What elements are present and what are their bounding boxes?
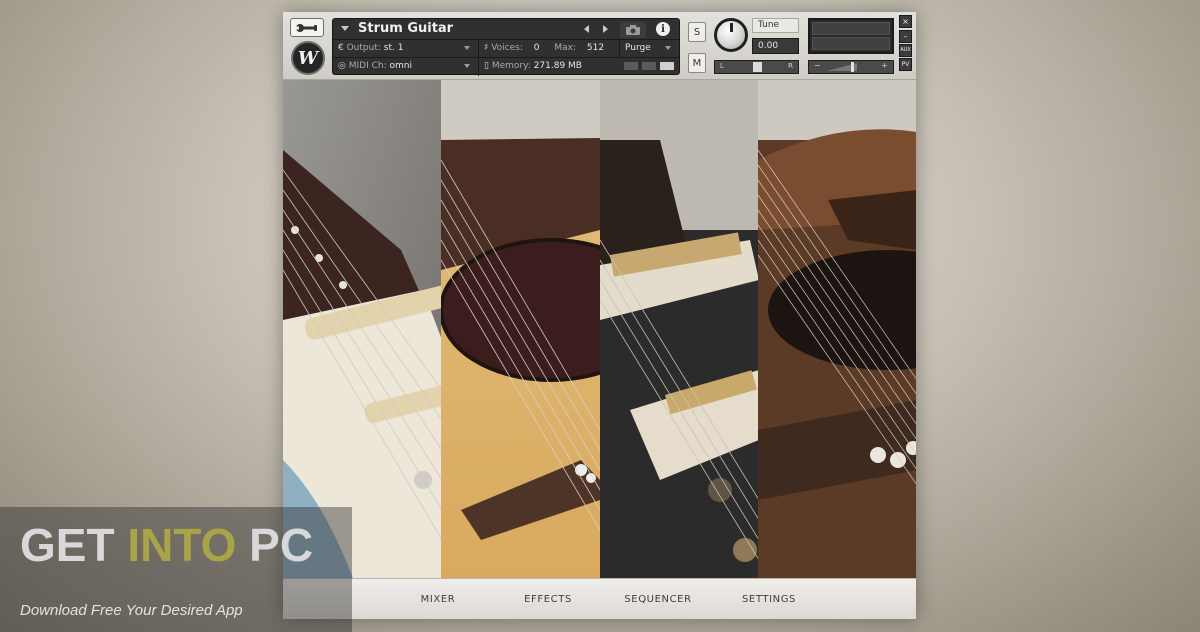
max-voices-value[interactable]: 512 (587, 43, 604, 53)
pan-left-label: L (720, 62, 724, 70)
memory-indicator (624, 62, 674, 70)
wrench-button[interactable] (290, 18, 324, 37)
memory-label: Memory: (491, 61, 531, 71)
instrument-logo[interactable]: W (291, 41, 325, 75)
next-arrow-icon[interactable] (603, 25, 608, 33)
purge-label: Purge (625, 43, 651, 53)
bottom-tab-bar: MIXER EFFECTS SEQUENCER SETTINGS (283, 578, 916, 619)
pan-slider[interactable]: L R (714, 60, 799, 74)
purge-menu[interactable]: Purge (625, 40, 651, 56)
watermark-title: GET INTO PC (20, 518, 313, 572)
dropdown-arrow-icon[interactable] (464, 46, 470, 50)
max-voices-label: Max: (554, 43, 577, 53)
aux-button[interactable]: AUX (899, 44, 912, 57)
watermark-word-get: GET (20, 519, 128, 571)
memory-display: ▯ Memory: 271.89 MB (484, 58, 582, 74)
volume-plus-label: + (881, 61, 888, 70)
midi-label: MIDI Ch: (348, 61, 387, 71)
close-button[interactable]: × (899, 15, 912, 28)
meter-bar-left (812, 22, 890, 35)
solo-label: S (693, 26, 701, 38)
minimize-button[interactable]: – (899, 30, 912, 43)
memory-value: 271.89 MB (533, 61, 582, 71)
column-separator (478, 40, 479, 76)
output-value: st. 1 (383, 43, 404, 53)
volume-minus-label: − (814, 61, 821, 70)
tune-knob[interactable] (714, 18, 748, 52)
instrument-name[interactable]: Strum Guitar (358, 21, 453, 36)
tab-settings[interactable]: SETTINGS (733, 579, 805, 620)
minimize-icon: – (903, 31, 908, 41)
midi-value: omni (389, 61, 412, 71)
pv-button[interactable]: PV (899, 58, 912, 71)
tune-value[interactable]: 0.00 (752, 38, 799, 54)
pan-right-label: R (788, 62, 793, 70)
column-separator (619, 40, 620, 57)
acoustic-guitar-image (441, 80, 600, 578)
memory-icon: ▯ (484, 61, 492, 71)
instrument-info-panel: Strum Guitar i € Output: st. 1 ♯ Voices:… (332, 18, 680, 76)
instrument-header: W Strum Guitar i € Output: st. 1 ♯ Voice… (283, 12, 916, 80)
watermark-subtitle: Download Free Your Desired App (20, 602, 243, 619)
tune-label: Tune (752, 18, 799, 33)
volume-slider[interactable]: − + (808, 60, 894, 74)
memory-bar (624, 62, 638, 70)
tab-sequencer[interactable]: SEQUENCER (619, 579, 697, 620)
electric-guitar-image (283, 80, 442, 578)
instrument-name-row: Strum Guitar i (333, 19, 679, 40)
voices-display: ♯ Voices: 0 Max: 512 (484, 40, 604, 56)
watermark-word-into: INTO (127, 519, 237, 571)
tab-mixer[interactable]: MIXER (403, 579, 473, 620)
info-icon[interactable]: i (656, 22, 670, 36)
wrench-icon (295, 23, 317, 32)
level-meter (808, 18, 894, 54)
meter-bar-right (812, 37, 890, 50)
close-icon: × (902, 16, 909, 26)
logo-letter: W (297, 47, 319, 69)
voices-label: Voices: (491, 43, 523, 53)
solo-button[interactable]: S (688, 22, 706, 42)
midi-icon: ◎ (338, 61, 349, 71)
mute-label: M (692, 57, 702, 69)
memory-bar (660, 62, 674, 70)
output-label: Output: (346, 43, 381, 53)
plugin-window: W Strum Guitar i € Output: st. 1 ♯ Voice… (283, 12, 916, 619)
camera-icon (626, 25, 640, 35)
prev-arrow-icon[interactable] (584, 25, 589, 33)
info-glyph: i (661, 23, 665, 35)
aux-label: AUX (900, 47, 911, 53)
watermark-word-pc: PC (236, 519, 314, 571)
midi-channel-selector[interactable]: ◎ MIDI Ch: omni (338, 58, 412, 74)
mute-button[interactable]: M (688, 53, 706, 73)
dropdown-arrow-icon[interactable] (665, 46, 671, 50)
twelve-string-guitar-image (757, 80, 916, 578)
collapse-arrow-icon[interactable] (341, 26, 349, 31)
volume-thumb[interactable] (851, 62, 854, 72)
output-selector[interactable]: € Output: st. 1 (338, 40, 403, 56)
dropdown-arrow-icon[interactable] (464, 64, 470, 68)
snapshot-button[interactable] (620, 22, 646, 38)
voices-value: 0 (533, 43, 540, 53)
pan-thumb[interactable] (753, 62, 762, 72)
guitar-artwork (283, 80, 916, 578)
black-electric-guitar-image (599, 80, 758, 578)
output-icon: € (338, 43, 347, 53)
tab-effects[interactable]: EFFECTS (511, 579, 585, 620)
memory-bar (642, 62, 656, 70)
pv-label: PV (901, 60, 910, 68)
